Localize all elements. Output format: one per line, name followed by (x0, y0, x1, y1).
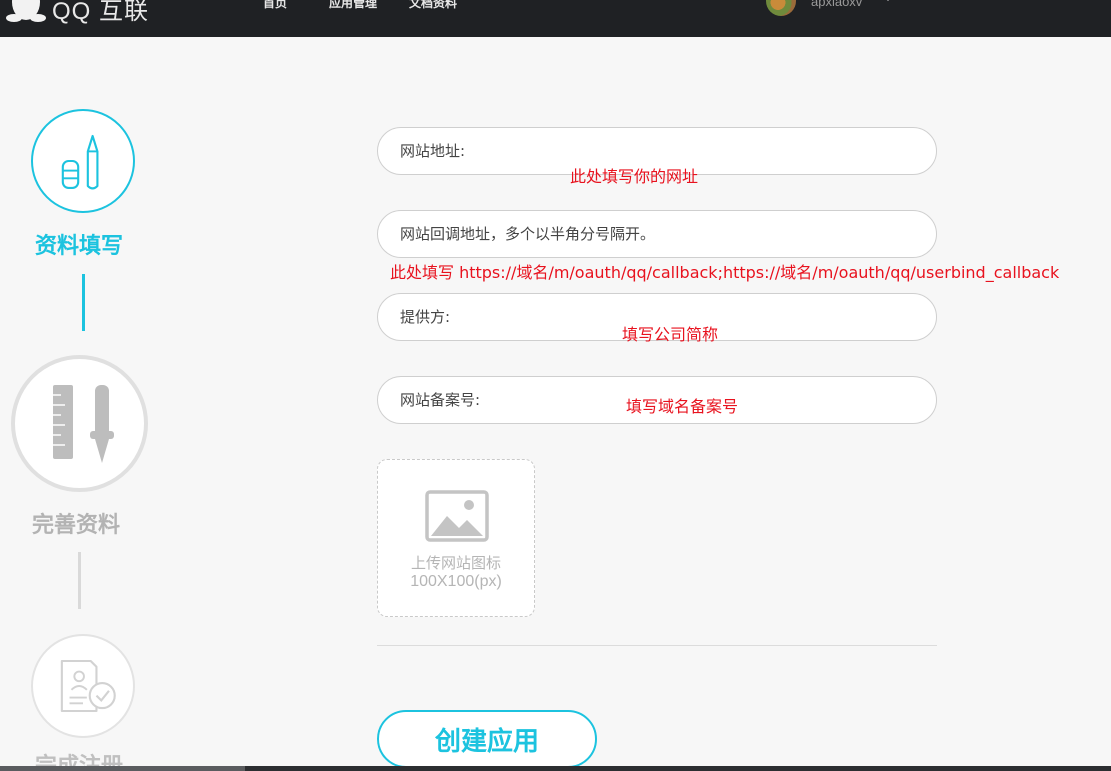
step-connector (78, 552, 81, 609)
annotation-icp-number: 填写域名备案号 (626, 397, 739, 416)
step-registration-done (31, 634, 135, 738)
annotation-callback-url: 此处填写 https://域名/m/oauth/qq/callback;http… (390, 263, 1060, 282)
step-fill-info (31, 109, 135, 213)
step-label-fill-info: 资料填写 (35, 234, 124, 259)
penguin-icon[interactable] (6, 0, 46, 22)
document-check-icon (60, 659, 116, 713)
image-placeholder-icon (425, 490, 489, 542)
caret-down-icon[interactable] (884, 0, 892, 1)
create-app-button[interactable]: 创建应用 (377, 710, 597, 768)
step-label-complete-info: 完善资料 (32, 513, 121, 538)
brand-title[interactable]: QQ 互联 (52, 0, 149, 26)
ruler-pen-icon (53, 385, 114, 463)
nav-home[interactable]: 首页 (263, 0, 287, 11)
username[interactable]: apxiaoxv (811, 0, 862, 9)
scrollbar-thumb[interactable] (0, 766, 245, 771)
top-nav-bar: QQ 互联 首页 应用管理 文档资料 apxiaoxv (0, 0, 1111, 37)
upload-label: 上传网站图标 (410, 554, 501, 572)
nav-app-management[interactable]: 应用管理 (329, 0, 377, 11)
step-connector (82, 274, 85, 331)
annotation-website-url: 此处填写你的网址 (570, 167, 699, 186)
upload-size-hint: 100X100(px) (410, 573, 502, 590)
nav-docs[interactable]: 文档资料 (409, 0, 457, 11)
callback-url-input[interactable] (400, 211, 910, 257)
callback-url-field[interactable] (377, 210, 937, 258)
upload-icon-dropzone[interactable]: 上传网站图标 100X100(px) (377, 459, 535, 617)
pen-eraser-icon (61, 134, 99, 190)
step-complete-info (11, 355, 148, 492)
form-divider (377, 645, 937, 646)
annotation-provider: 填写公司简称 (622, 325, 719, 344)
avatar[interactable] (766, 0, 796, 16)
